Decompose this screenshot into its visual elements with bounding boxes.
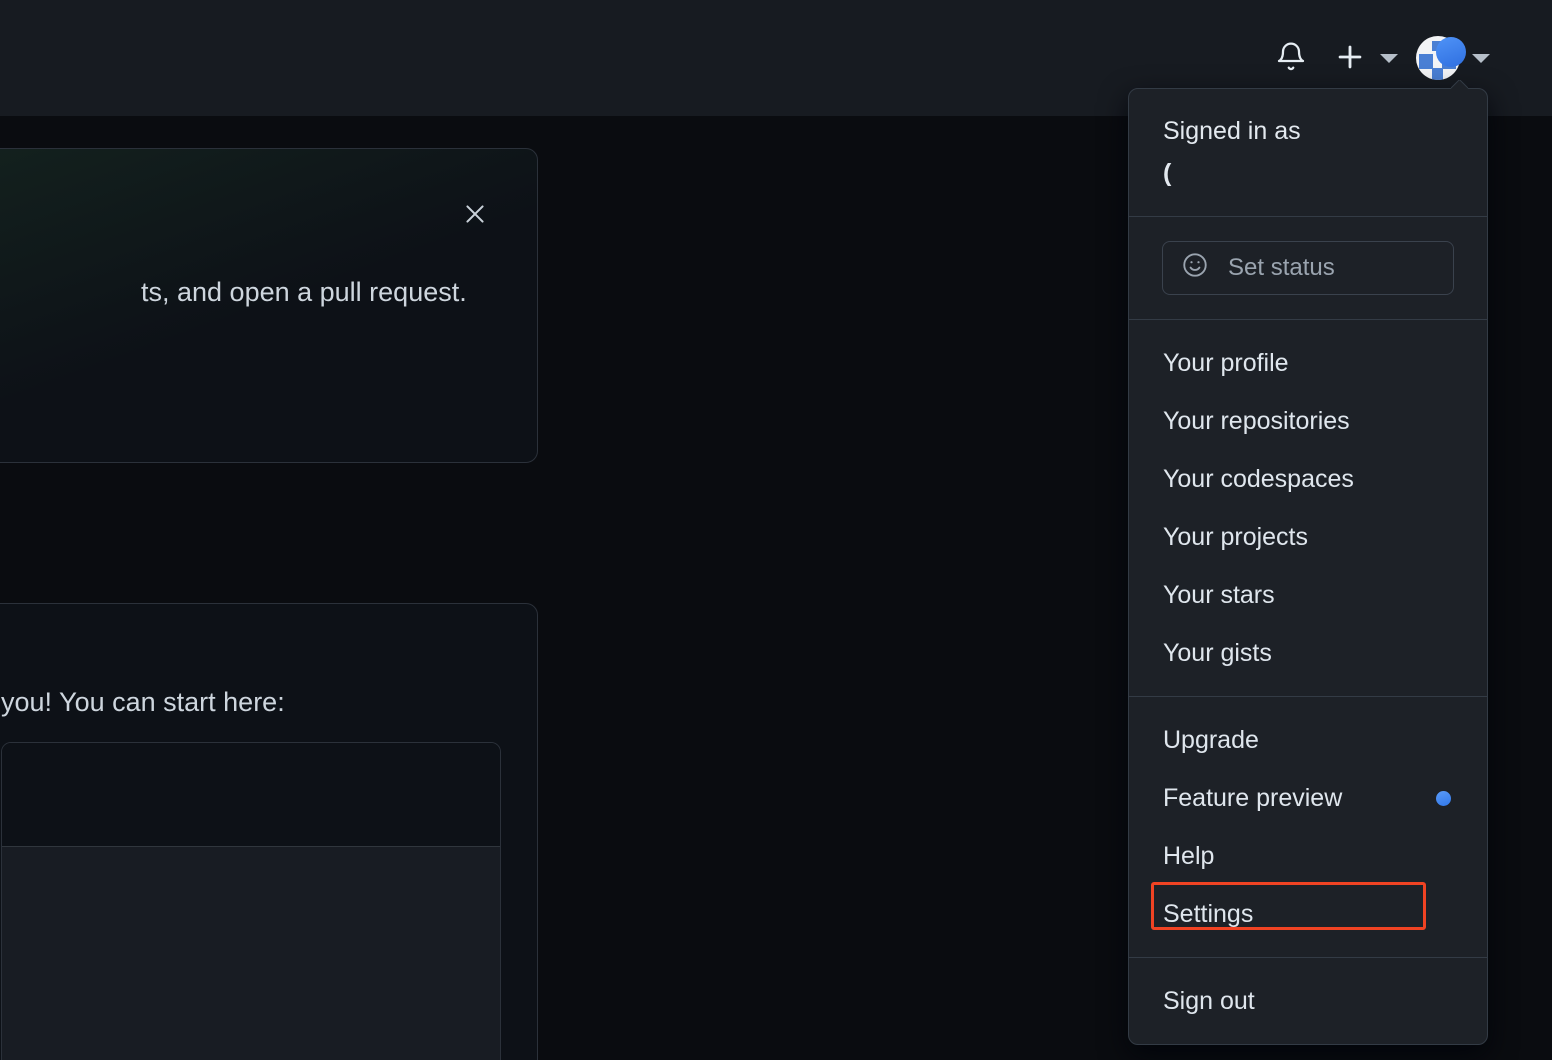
dropdown-caret-icon bbox=[1451, 80, 1468, 89]
menu-item-label: Feature preview bbox=[1163, 783, 1343, 812]
menu-item-help[interactable]: Help bbox=[1129, 827, 1487, 885]
pull-request-banner-text: ts, and open a pull request. bbox=[141, 277, 467, 307]
menu-item-your-stars[interactable]: Your stars bbox=[1129, 566, 1487, 624]
account-menu-group-2: Upgrade Feature preview Help Settings bbox=[1129, 697, 1487, 957]
create-new-button[interactable] bbox=[1333, 30, 1398, 86]
chevron-down-icon bbox=[1472, 53, 1490, 63]
inner-panel-header bbox=[2, 743, 500, 847]
inner-panel-body bbox=[2, 847, 500, 1060]
start-here-card: you! You can start here: bbox=[0, 603, 538, 1060]
menu-item-your-projects[interactable]: Your projects bbox=[1129, 508, 1487, 566]
screen: ts, and open a pull request. you! You ca… bbox=[0, 0, 1552, 1060]
menu-item-label: Your profile bbox=[1163, 348, 1289, 377]
menu-item-label: Help bbox=[1163, 841, 1215, 870]
smiley-icon bbox=[1181, 251, 1209, 286]
menu-item-your-gists[interactable]: Your gists bbox=[1129, 624, 1487, 682]
menu-item-label: Your gists bbox=[1163, 638, 1272, 667]
menu-item-label: Upgrade bbox=[1163, 725, 1259, 754]
account-menu-group-1: Your profile Your repositories Your code… bbox=[1129, 320, 1487, 696]
account-dropdown-menu: Signed in as ( Set status Your profile Y… bbox=[1128, 88, 1488, 1045]
plus-icon bbox=[1333, 40, 1367, 77]
start-here-inner-panel bbox=[1, 742, 501, 1060]
menu-item-your-profile[interactable]: Your profile bbox=[1129, 334, 1487, 392]
notification-dot-badge bbox=[1436, 37, 1466, 67]
menu-item-your-codespaces[interactable]: Your codespaces bbox=[1129, 450, 1487, 508]
menu-item-label: Your codespaces bbox=[1163, 464, 1354, 493]
notifications-button[interactable] bbox=[1263, 30, 1319, 86]
signed-in-username: ( bbox=[1163, 159, 1172, 187]
chevron-down-icon bbox=[1380, 53, 1398, 63]
set-status-label: Set status bbox=[1228, 254, 1335, 281]
close-banner-button[interactable] bbox=[457, 197, 493, 233]
signed-in-section: Signed in as ( bbox=[1129, 89, 1487, 216]
menu-item-label: Your stars bbox=[1163, 580, 1275, 609]
signed-in-label: Signed in as bbox=[1163, 117, 1301, 145]
pull-request-banner-card: ts, and open a pull request. bbox=[0, 148, 538, 463]
start-here-text: you! You can start here: bbox=[1, 687, 285, 717]
menu-item-label: Settings bbox=[1163, 899, 1254, 928]
account-avatar-button[interactable] bbox=[1416, 36, 1490, 80]
menu-item-label: Your repositories bbox=[1163, 406, 1350, 435]
menu-item-settings[interactable]: Settings bbox=[1129, 885, 1487, 943]
close-icon bbox=[462, 201, 488, 230]
menu-item-label: Your projects bbox=[1163, 522, 1308, 551]
menu-item-your-repositories[interactable]: Your repositories bbox=[1129, 392, 1487, 450]
menu-item-feature-preview[interactable]: Feature preview bbox=[1129, 769, 1487, 827]
feature-preview-dot-badge bbox=[1436, 790, 1451, 806]
bell-icon bbox=[1275, 40, 1307, 77]
set-status-button[interactable]: Set status bbox=[1162, 241, 1454, 295]
menu-item-sign-out[interactable]: Sign out bbox=[1129, 972, 1487, 1030]
menu-item-label: Sign out bbox=[1163, 986, 1255, 1015]
set-status-section: Set status bbox=[1129, 217, 1487, 319]
account-menu-group-3: Sign out bbox=[1129, 958, 1487, 1044]
menu-item-upgrade[interactable]: Upgrade bbox=[1129, 711, 1487, 769]
